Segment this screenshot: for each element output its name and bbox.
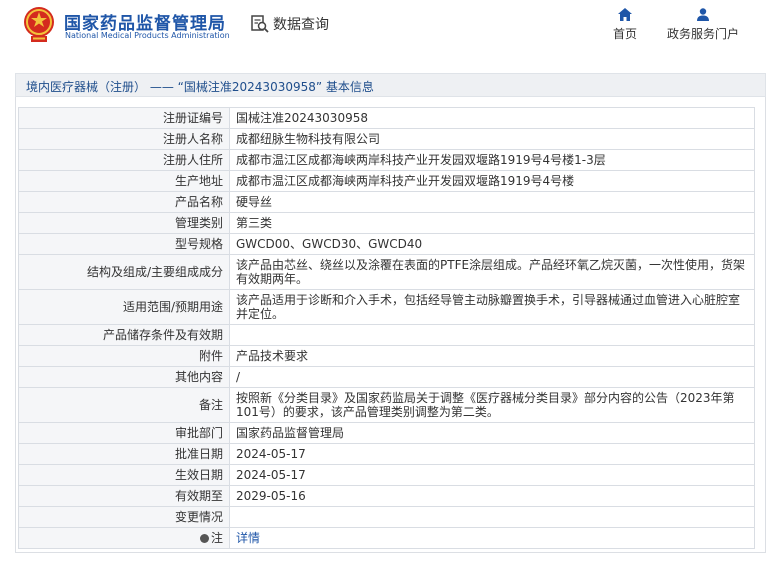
field-value: / [229,366,755,388]
breadcrumb-separator: —— [149,80,174,94]
info-bullet-icon [199,534,209,543]
table-row: 适用范围/预期用途 该产品适用于诊断和介入手术，包括经导管主动脉瓣置换手术，引导… [18,289,755,325]
field-value: 该产品由芯丝、绕丝以及涂覆在表面的PTFE涂层组成。产品经环氧乙烷灭菌，一次性使… [229,254,755,290]
note-label-cell: 注 [18,527,230,549]
breadcrumb-text: 境内医疗器械（注册） —— “国械注准20243030958” 基本信息 [26,78,374,95]
field-label: 备注 [18,387,230,423]
table-row: 管理类别 第三类 [18,212,755,234]
field-value: 2024-05-17 [229,443,755,465]
field-label: 有效期至 [18,485,230,507]
field-value: 成都市温江区成都海峡两岸科技产业开发园双堰路1919号4号楼1-3层 [229,149,755,171]
table-row-note: 注 详情 [18,527,755,549]
field-label: 批准日期 [18,443,230,465]
nav-home-label: 首页 [613,27,638,41]
table-row: 注册证编号 国械注准20243030958 [18,107,755,129]
nav-government-service[interactable]: 政务服务门户 [667,8,739,42]
table-row: 变更情况 [18,506,755,528]
field-value: 国械注准20243030958 [229,107,755,129]
field-label: 变更情况 [18,506,230,528]
field-value: GWCD00、GWCD30、GWCD40 [229,233,755,255]
table-row: 有效期至 2029-05-16 [18,485,755,507]
field-label: 型号规格 [18,233,230,255]
device-info-table: 注册证编号 国械注准20243030958 注册人名称 成都纽脉生物科技有限公司… [18,107,755,549]
field-value [229,324,755,346]
national-emblem-icon [24,7,54,42]
note-value-cell: 详情 [229,527,755,549]
field-label: 结构及组成/主要组成成分 [18,254,230,290]
table-row: 注册人名称 成都纽脉生物科技有限公司 [18,128,755,150]
field-label: 注册人住所 [18,149,230,171]
table-row: 附件 产品技术要求 [18,345,755,367]
field-label: 注册证编号 [18,107,230,129]
field-value: 2024-05-17 [229,464,755,486]
field-value: 产品技术要求 [229,345,755,367]
table-row: 注册人住所 成都市温江区成都海峡两岸科技产业开发园双堰路1919号4号楼1-3层 [18,149,755,171]
table-row: 型号规格 GWCD00、GWCD30、GWCD40 [18,233,755,255]
data-query-label: 数据查询 [273,17,329,33]
table-row: 生产地址 成都市温江区成都海峡两岸科技产业开发园双堰路1919号4号楼 [18,170,755,192]
site-name-en: National Medical Products Administration [65,31,230,40]
home-icon [618,8,632,21]
field-value [229,506,755,528]
site-header: 国家药品监督管理局 National Medical Products Admi… [0,0,766,58]
field-label: 产品储存条件及有效期 [18,324,230,346]
note-label: 注 [210,531,223,545]
breadcrumb-suffix: 基本信息 [325,80,374,94]
field-value: 该产品适用于诊断和介入手术，包括经导管主动脉瓣置换手术，引导器械通过血管进入心脏… [229,289,755,325]
field-label: 附件 [18,345,230,367]
document-search-icon [251,15,269,33]
field-value: 按照新《分类目录》及国家药监局关于调整《医疗器械分类目录》部分内容的公告（202… [229,387,755,423]
field-label: 管理类别 [18,212,230,234]
table-row: 产品储存条件及有效期 [18,324,755,346]
data-query-link[interactable]: 数据查询 [250,13,329,35]
field-value: 硬导丝 [229,191,755,213]
table-row: 其他内容 / [18,366,755,388]
breadcrumb: 境内医疗器械（注册） —— “国械注准20243030958” 基本信息 [15,73,766,97]
table-row: 批准日期 2024-05-17 [18,443,755,465]
breadcrumb-category[interactable]: 境内医疗器械（注册） [26,80,146,94]
breadcrumb-record: “国械注准20243030958” [177,80,323,94]
field-value: 第三类 [229,212,755,234]
field-label: 生效日期 [18,464,230,486]
details-link[interactable]: 详情 [236,531,260,545]
user-icon [697,8,709,21]
field-label: 适用范围/预期用途 [18,289,230,325]
field-label: 产品名称 [18,191,230,213]
nav-government-service-label: 政务服务门户 [667,27,740,41]
field-value: 成都纽脉生物科技有限公司 [229,128,755,150]
table-row: 结构及组成/主要组成成分 该产品由芯丝、绕丝以及涂覆在表面的PTFE涂层组成。产… [18,254,755,290]
table-row: 备注 按照新《分类目录》及国家药监局关于调整《医疗器械分类目录》部分内容的公告（… [18,387,755,423]
table-row: 审批部门 国家药品监督管理局 [18,422,755,444]
nav-home[interactable]: 首页 [613,8,637,42]
table-row: 生效日期 2024-05-17 [18,464,755,486]
field-value: 2029-05-16 [229,485,755,507]
field-label: 其他内容 [18,366,230,388]
field-value: 国家药品监督管理局 [229,422,755,444]
field-label: 审批部门 [18,422,230,444]
field-label: 生产地址 [18,170,230,192]
field-label: 注册人名称 [18,128,230,150]
field-value: 成都市温江区成都海峡两岸科技产业开发园双堰路1919号4号楼 [229,170,755,192]
table-row: 产品名称 硬导丝 [18,191,755,213]
